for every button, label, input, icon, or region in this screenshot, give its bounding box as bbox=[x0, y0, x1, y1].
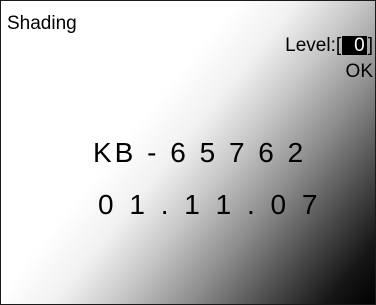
sample-text-line-1: KB - 6 5 7 6 2 bbox=[93, 137, 307, 168]
screen-title: Shading bbox=[7, 13, 77, 34]
sample-text-line-2: 0 1 . 1 1 . 0 7 bbox=[98, 189, 322, 220]
level-close-bracket: ] bbox=[367, 35, 373, 56]
level-open-bracket: [ bbox=[335, 35, 342, 56]
ok-status: OK bbox=[345, 61, 373, 82]
shading-preview-screen: Shading Level: [ 0 ] OK KB - 6 5 7 6 2 0… bbox=[0, 0, 376, 305]
level-indicator: Level: [ 0 ] bbox=[285, 36, 373, 55]
level-label: Level: bbox=[285, 35, 336, 56]
level-value-field[interactable]: 0 bbox=[342, 36, 367, 55]
